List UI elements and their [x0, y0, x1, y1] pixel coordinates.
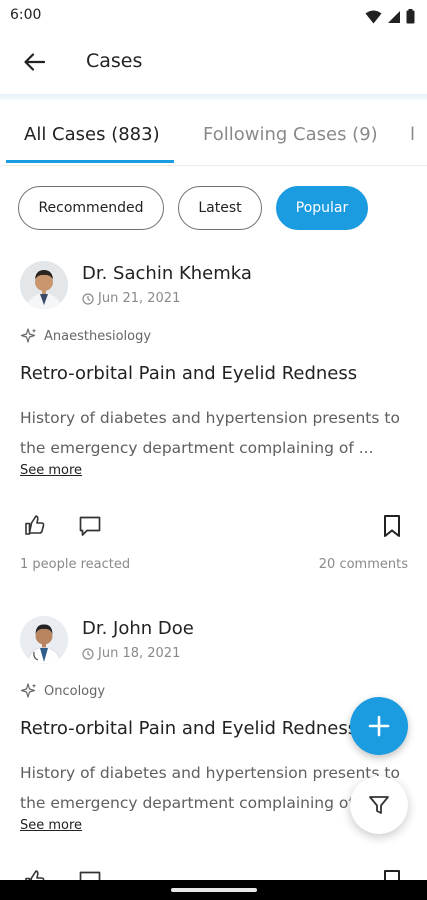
- author-name[interactable]: Dr. Sachin Khemka: [82, 263, 252, 284]
- tab-all-cases[interactable]: All Cases (883): [24, 124, 160, 145]
- see-more-link[interactable]: See more: [20, 463, 82, 478]
- case-title[interactable]: Retro-orbital Pain and Eyelid Redness: [20, 718, 357, 739]
- filter-chips: Recommended Latest Popular: [0, 186, 427, 232]
- author-name[interactable]: Dr. John Doe: [82, 618, 194, 639]
- status-bar: 6:00: [0, 0, 427, 32]
- clock-icon: [82, 647, 94, 660]
- case-tabs: All Cases (883) Following Cases (9) l: [0, 100, 427, 166]
- filter-icon: [369, 796, 389, 814]
- tab-overflow[interactable]: l: [410, 124, 415, 145]
- bookmark-icon: [384, 515, 400, 537]
- home-gesture-handle[interactable]: [171, 888, 257, 892]
- like-button[interactable]: [24, 869, 46, 880]
- chip-recommended[interactable]: Recommended: [18, 186, 164, 230]
- bookmark-button[interactable]: [382, 514, 402, 542]
- comment-icon: [79, 871, 101, 880]
- date-label: Jun 18, 2021: [98, 646, 181, 661]
- reaction-count[interactable]: 1 people reacted: [20, 557, 130, 572]
- like-button[interactable]: [24, 514, 46, 540]
- comment-icon: [79, 516, 101, 536]
- thumbs-up-icon: [25, 870, 45, 880]
- avatar[interactable]: [20, 261, 68, 309]
- comment-button[interactable]: [78, 870, 102, 880]
- comment-button[interactable]: [78, 515, 102, 541]
- bookmark-icon: [384, 870, 400, 880]
- case-description: History of diabetes and hypertension pre…: [20, 409, 400, 457]
- chip-popular[interactable]: Popular: [276, 186, 368, 230]
- signal-icon: [388, 10, 400, 23]
- system-nav-bar: [0, 880, 427, 900]
- avatar[interactable]: [20, 616, 68, 664]
- date-label: Jun 21, 2021: [98, 291, 181, 306]
- status-time: 6:00: [10, 7, 42, 23]
- post-date: Jun 18, 2021: [82, 646, 180, 661]
- tab-following-cases[interactable]: Following Cases (9): [203, 124, 378, 145]
- specialty-label: Oncology: [44, 683, 106, 699]
- specialty-label: Anaesthesiology: [44, 328, 152, 344]
- comment-count[interactable]: 20 comments: [319, 557, 408, 572]
- clock-icon: [82, 292, 94, 305]
- wifi-icon: [365, 10, 382, 23]
- app-bar: Cases: [0, 32, 427, 92]
- sparkle-icon: [20, 683, 37, 698]
- add-case-button[interactable]: [350, 697, 408, 755]
- filter-button[interactable]: [350, 776, 408, 834]
- sparkle-icon: [20, 328, 37, 343]
- bookmark-button[interactable]: [382, 869, 402, 880]
- case-title[interactable]: Retro-orbital Pain and Eyelid Redness: [20, 363, 357, 384]
- plus-icon: [368, 715, 390, 737]
- battery-icon: [406, 9, 415, 24]
- tab-active-indicator: [6, 160, 174, 163]
- back-arrow-icon: [24, 53, 45, 71]
- page-title: Cases: [86, 50, 143, 72]
- post-date: Jun 21, 2021: [82, 291, 180, 306]
- thumbs-up-icon: [25, 515, 45, 535]
- see-more-link[interactable]: See more: [20, 818, 82, 833]
- status-icons: [365, 9, 415, 24]
- chip-latest[interactable]: Latest: [178, 186, 262, 230]
- specialty-tag: Anaesthesiology: [20, 327, 151, 345]
- back-button[interactable]: [18, 48, 50, 76]
- specialty-tag: Oncology: [20, 682, 105, 700]
